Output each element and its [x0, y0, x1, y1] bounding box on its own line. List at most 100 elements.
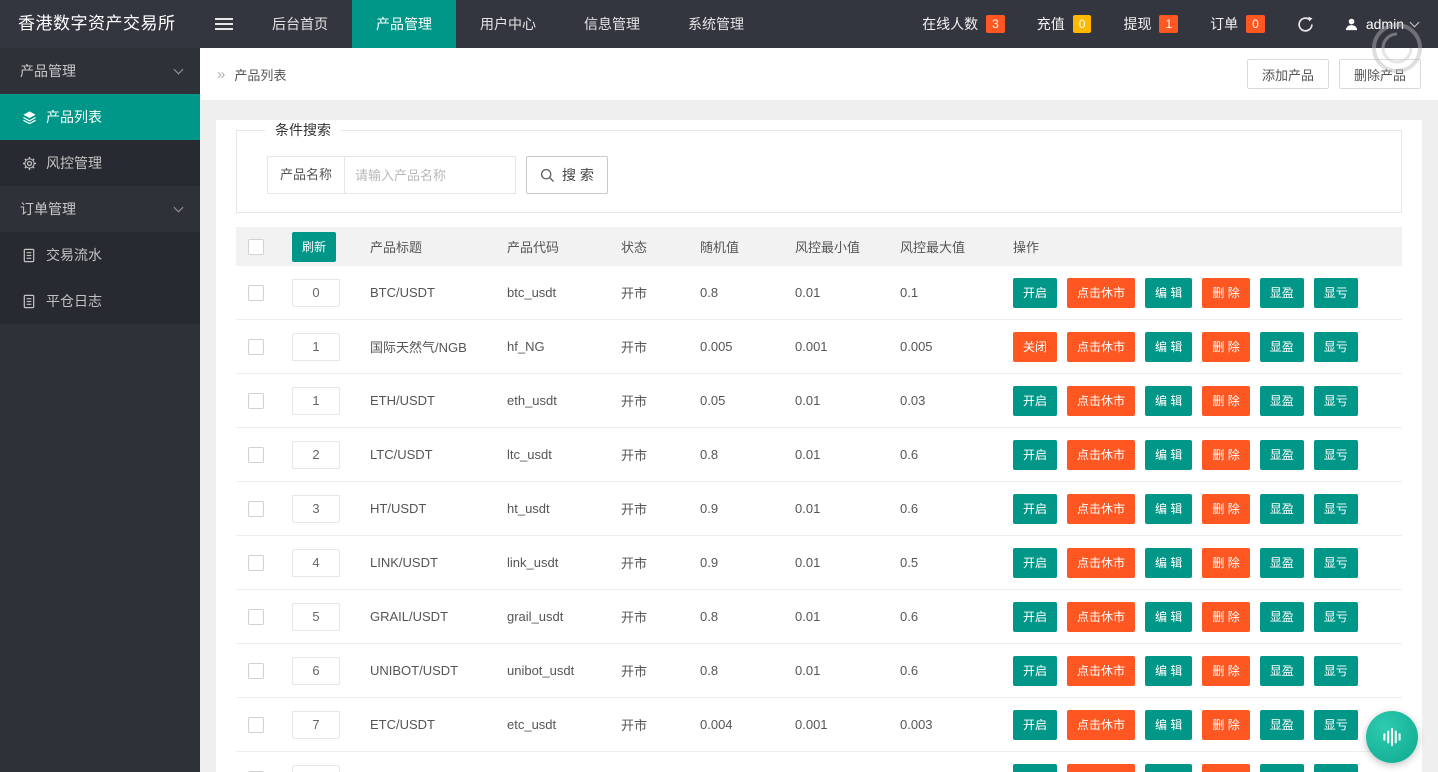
row-checkbox[interactable]	[248, 285, 264, 301]
delete-button[interactable]: 删 除	[1202, 710, 1249, 740]
show-profit-button[interactable]: 显盈	[1260, 440, 1304, 470]
sidebar-item-close-log[interactable]: 平仓日志	[0, 278, 200, 324]
sort-input[interactable]	[292, 279, 340, 307]
delete-button[interactable]: 删 除	[1202, 332, 1249, 362]
toggle-market-button[interactable]: 开启	[1013, 602, 1057, 632]
sort-input[interactable]	[292, 549, 340, 577]
delete-button[interactable]: 删 除	[1202, 278, 1249, 308]
row-checkbox[interactable]	[248, 447, 264, 463]
row-checkbox[interactable]	[248, 339, 264, 355]
edit-button[interactable]: 编 辑	[1145, 764, 1192, 772]
sidebar-item-risk-management[interactable]: 风控管理	[0, 140, 200, 186]
sort-input[interactable]	[292, 765, 340, 772]
halt-market-button[interactable]: 点击休市	[1067, 602, 1135, 632]
stat-recharge[interactable]: 充值 0	[1021, 0, 1108, 48]
support-float-button[interactable]	[1366, 711, 1418, 763]
sort-input[interactable]	[292, 441, 340, 469]
edit-button[interactable]: 编 辑	[1145, 656, 1192, 686]
delete-button[interactable]: 删 除	[1202, 494, 1249, 524]
show-loss-button[interactable]: 显亏	[1314, 602, 1358, 632]
show-loss-button[interactable]: 显亏	[1314, 764, 1358, 772]
stat-orders[interactable]: 订单 0	[1194, 0, 1281, 48]
user-menu[interactable]: admin	[1330, 0, 1438, 48]
show-profit-button[interactable]: 显盈	[1260, 710, 1304, 740]
nav-product-management[interactable]: 产品管理	[352, 0, 456, 48]
show-loss-button[interactable]: 显亏	[1314, 494, 1358, 524]
delete-button[interactable]: 删 除	[1202, 656, 1249, 686]
row-checkbox[interactable]	[248, 609, 264, 625]
row-checkbox[interactable]	[248, 717, 264, 733]
edit-button[interactable]: 编 辑	[1145, 386, 1192, 416]
stat-online-users[interactable]: 在线人数 3	[906, 0, 1021, 48]
edit-button[interactable]: 编 辑	[1145, 332, 1192, 362]
show-profit-button[interactable]: 显盈	[1260, 332, 1304, 362]
nav-system-management[interactable]: 系统管理	[664, 0, 768, 48]
row-checkbox[interactable]	[248, 501, 264, 517]
halt-market-button[interactable]: 点击休市	[1067, 710, 1135, 740]
delete-button[interactable]: 删 除	[1202, 386, 1249, 416]
show-loss-button[interactable]: 显亏	[1314, 332, 1358, 362]
toggle-market-button[interactable]: 开启	[1013, 386, 1057, 416]
sort-input[interactable]	[292, 603, 340, 631]
refresh-icon[interactable]	[1281, 0, 1330, 48]
add-product-button[interactable]: 添加产品	[1247, 59, 1329, 89]
show-profit-button[interactable]: 显盈	[1260, 494, 1304, 524]
show-loss-button[interactable]: 显亏	[1314, 710, 1358, 740]
delete-button[interactable]: 删 除	[1202, 440, 1249, 470]
halt-market-button[interactable]: 点击休市	[1067, 494, 1135, 524]
sort-input[interactable]	[292, 387, 340, 415]
toggle-market-button[interactable]: 开启	[1013, 548, 1057, 578]
stat-withdraw[interactable]: 提现 1	[1107, 0, 1194, 48]
halt-market-button[interactable]: 点击休市	[1067, 386, 1135, 416]
toggle-market-button[interactable]: 开启	[1013, 278, 1057, 308]
row-checkbox[interactable]	[248, 663, 264, 679]
sidebar-group-order-management[interactable]: 订单管理	[0, 186, 200, 232]
show-loss-button[interactable]: 显亏	[1314, 440, 1358, 470]
hamburger-menu-icon[interactable]	[200, 0, 248, 48]
show-profit-button[interactable]: 显盈	[1260, 548, 1304, 578]
row-checkbox[interactable]	[248, 393, 264, 409]
toggle-market-button[interactable]: 开启	[1013, 710, 1057, 740]
delete-button[interactable]: 删 除	[1202, 602, 1249, 632]
edit-button[interactable]: 编 辑	[1145, 278, 1192, 308]
edit-button[interactable]: 编 辑	[1145, 548, 1192, 578]
delete-button[interactable]: 删 除	[1202, 548, 1249, 578]
show-profit-button[interactable]: 显盈	[1260, 278, 1304, 308]
delete-product-button[interactable]: 删除产品	[1339, 59, 1421, 89]
select-all-checkbox[interactable]	[248, 239, 264, 255]
show-profit-button[interactable]: 显盈	[1260, 764, 1304, 772]
halt-market-button[interactable]: 点击休市	[1067, 332, 1135, 362]
show-profit-button[interactable]: 显盈	[1260, 602, 1304, 632]
nav-dashboard[interactable]: 后台首页	[248, 0, 352, 48]
show-profit-button[interactable]: 显盈	[1260, 656, 1304, 686]
show-loss-button[interactable]: 显亏	[1314, 386, 1358, 416]
sidebar-item-trade-flow[interactable]: 交易流水	[0, 232, 200, 278]
edit-button[interactable]: 编 辑	[1145, 494, 1192, 524]
toggle-market-button[interactable]: 开启	[1013, 494, 1057, 524]
toggle-market-button[interactable]: 关闭	[1013, 332, 1057, 362]
product-name-input[interactable]	[344, 156, 516, 194]
nav-user-center[interactable]: 用户中心	[456, 0, 560, 48]
sort-input[interactable]	[292, 711, 340, 739]
sidebar-item-product-list[interactable]: 产品列表	[0, 94, 200, 140]
toggle-market-button[interactable]: 开启	[1013, 656, 1057, 686]
sidebar-group-product-management[interactable]: 产品管理	[0, 48, 200, 94]
halt-market-button[interactable]: 点击休市	[1067, 656, 1135, 686]
toggle-market-button[interactable]: 开启	[1013, 764, 1057, 772]
nav-info-management[interactable]: 信息管理	[560, 0, 664, 48]
halt-market-button[interactable]: 点击休市	[1067, 278, 1135, 308]
edit-button[interactable]: 编 辑	[1145, 710, 1192, 740]
halt-market-button[interactable]: 点击休市	[1067, 764, 1135, 772]
edit-button[interactable]: 编 辑	[1145, 440, 1192, 470]
show-loss-button[interactable]: 显亏	[1314, 548, 1358, 578]
sort-input[interactable]	[292, 657, 340, 685]
sort-input[interactable]	[292, 333, 340, 361]
row-checkbox[interactable]	[248, 555, 264, 571]
refresh-button[interactable]: 刷新	[292, 232, 336, 262]
show-loss-button[interactable]: 显亏	[1314, 656, 1358, 686]
halt-market-button[interactable]: 点击休市	[1067, 440, 1135, 470]
edit-button[interactable]: 编 辑	[1145, 602, 1192, 632]
show-loss-button[interactable]: 显亏	[1314, 278, 1358, 308]
show-profit-button[interactable]: 显盈	[1260, 386, 1304, 416]
halt-market-button[interactable]: 点击休市	[1067, 548, 1135, 578]
